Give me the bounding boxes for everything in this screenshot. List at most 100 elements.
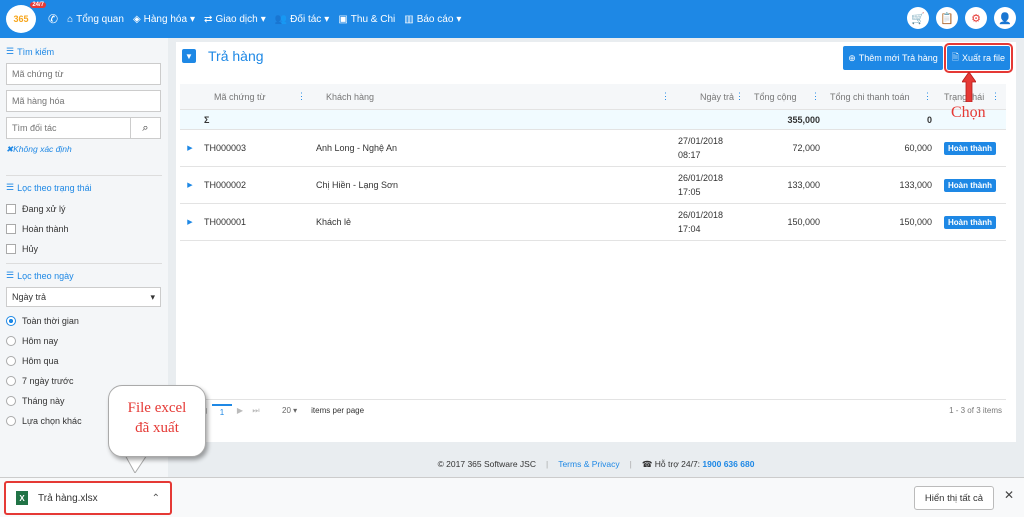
checkbox[interactable]	[6, 204, 16, 214]
logo[interactable]: 365 24/7	[6, 2, 46, 33]
excel-file-icon: X	[16, 491, 28, 505]
column-menu-icon[interactable]: ⋮	[297, 91, 306, 102]
divider	[6, 263, 162, 264]
expand-row-icon[interactable]: ▶	[180, 181, 200, 189]
nav-label: Tổng quan	[76, 13, 124, 25]
column-header[interactable]: Tổng cộng ⋮	[750, 91, 826, 102]
download-item[interactable]: X Trả hàng.xlsx ⌃	[4, 481, 172, 515]
filter-icon[interactable]: ▼	[182, 49, 196, 63]
column-header[interactable]: Mã chứng từ ⋮	[200, 91, 312, 102]
user-icon[interactable]: 👤	[994, 7, 1016, 29]
status-option-cancelled[interactable]: Hủy	[6, 239, 162, 259]
divider	[6, 175, 162, 176]
option-label: Hôm qua	[22, 356, 59, 366]
radio-button[interactable]	[6, 356, 16, 366]
expand-row-icon[interactable]: ▶	[180, 218, 200, 226]
table-row[interactable]: ▶ TH000003 Anh Long - Nghệ An 27/01/2018…	[180, 130, 1006, 167]
checkbox[interactable]	[6, 224, 16, 234]
doc-code-cell: TH000002	[204, 180, 247, 190]
nav-label: Hàng hóa	[143, 13, 188, 25]
nav-doi-tac[interactable]: 👥 Đối tác ▾	[275, 14, 330, 25]
column-header[interactable]: Khách hàng ⋮	[312, 91, 676, 102]
support-label: Hỗ trợ 24/7:	[654, 458, 701, 469]
column-header[interactable]: Ngày trả ⋮	[676, 91, 750, 102]
time-value: 17:04	[678, 224, 701, 234]
table-row[interactable]: ▶ TH000001 Khách lẻ 26/01/2018 17:04 150,…	[180, 204, 1006, 241]
radio-button[interactable]	[6, 376, 16, 386]
callout-line-2: đã xuất	[135, 420, 179, 436]
nav-hang-hoa[interactable]: ◈ Hàng hóa ▾	[133, 14, 195, 25]
date-value: 27/01/2018	[678, 136, 724, 146]
date-value: 26/01/2018	[678, 173, 724, 183]
date-type-select[interactable]: Ngày trả ▾	[6, 287, 161, 307]
option-label: Hôm nay	[22, 336, 59, 346]
download-bar: X Trả hàng.xlsx ⌃ Hiển thị tất cả ✕	[0, 477, 1024, 517]
column-menu-icon[interactable]: ⋮	[923, 91, 932, 102]
caret-down-icon: ▾	[150, 291, 155, 302]
page-size-select[interactable]: 20 ▾	[282, 406, 297, 415]
search-section-title: ☰ Tìm kiếm	[6, 46, 162, 57]
copyright: © 2017 365 Software JSC	[437, 459, 536, 469]
close-icon[interactable]: ✕	[1004, 488, 1014, 502]
product-code-input[interactable]	[6, 90, 161, 112]
export-file-button[interactable]: 🗎 Xuất ra file	[943, 43, 1014, 73]
paid-cell: 60,000	[904, 143, 932, 153]
radio-button[interactable]	[6, 396, 16, 406]
option-label: Hủy	[22, 244, 39, 254]
terms-link[interactable]: Terms & Privacy	[558, 459, 619, 469]
column-menu-icon[interactable]: ⋮	[991, 91, 1000, 102]
radio-button[interactable]	[6, 416, 16, 426]
nav-giao-dich[interactable]: ⇄ Giao dịch ▾	[204, 14, 266, 25]
list-icon: ☰	[6, 270, 15, 280]
clipboard-icon[interactable]: 📋	[936, 7, 958, 29]
date-option-all-time[interactable]: Toàn thời gian	[6, 311, 162, 331]
callout-tail	[125, 455, 147, 473]
column-label: Tổng cộng	[754, 91, 797, 102]
checkbox[interactable]	[6, 244, 16, 254]
page-size-label: items per page	[311, 406, 365, 415]
table-row[interactable]: ▶ TH000002 Chị Hiền - Lạng Sơn 26/01/201…	[180, 167, 1006, 204]
status-option-processing[interactable]: Đang xử lý	[6, 199, 162, 219]
status-badge: Hoàn thành	[944, 216, 996, 229]
support: ☎ Hỗ trợ 24/7: 1900 636 680	[642, 459, 755, 470]
column-menu-icon[interactable]: ⋮	[811, 91, 820, 102]
status-badge: Hoàn thành	[944, 142, 996, 155]
logo-badge: 24/7	[30, 2, 46, 8]
date-option-yesterday[interactable]: Hôm qua	[6, 351, 162, 371]
add-return-button[interactable]: ⊕ Thêm mới Trả hàng	[843, 46, 943, 70]
date-value: 26/01/2018	[678, 210, 724, 220]
pagination: ⏮ ◀ 1 ▶ ⏭ 20 ▾ items per page 1 - 3 of 3…	[180, 399, 1006, 421]
last-page-icon[interactable]: ⏭	[248, 406, 264, 416]
column-menu-icon[interactable]: ⋮	[661, 91, 670, 102]
cart-icon[interactable]: 🛒	[907, 7, 929, 29]
nav-thu-chi[interactable]: ▣ Thu & Chi	[338, 14, 395, 25]
date-cell: 26/01/2018 17:05	[676, 173, 750, 197]
show-all-button[interactable]: Hiển thị tất cả	[913, 486, 994, 510]
support-phone[interactable]: 1900 636 680	[702, 459, 754, 469]
current-page[interactable]: 1	[212, 404, 232, 417]
column-header[interactable]: Tổng chi thanh toán ⋮	[826, 91, 938, 102]
search-icon[interactable]: ⌕	[131, 117, 161, 139]
chevron-up-icon[interactable]: ⌃	[152, 493, 160, 504]
gear-icon[interactable]: ⚙	[965, 7, 987, 29]
column-menu-icon[interactable]: ⋮	[735, 91, 744, 102]
partner-note[interactable]: ✖Không xác định	[6, 144, 162, 155]
option-label: 7 ngày trước	[22, 376, 74, 386]
doc-code-input[interactable]	[6, 63, 161, 85]
status-option-completed[interactable]: Hoàn thành	[6, 219, 162, 239]
nav-tong-quan[interactable]: ⌂ Tổng quan	[67, 14, 124, 25]
radio-button[interactable]	[6, 336, 16, 346]
search-title-label: Tìm kiếm	[17, 46, 55, 57]
separator: |	[545, 459, 549, 469]
partner-search-input[interactable]	[6, 117, 131, 139]
doc-code-cell: TH000001	[204, 217, 247, 227]
radio-button[interactable]	[6, 316, 16, 326]
doc-code-cell: TH000003	[204, 143, 247, 153]
date-option-today[interactable]: Hôm nay	[6, 331, 162, 351]
nav-bao-cao[interactable]: ▥ Báo cáo ▾	[404, 14, 461, 25]
expand-row-icon[interactable]: ▶	[180, 144, 200, 152]
main-panel: ▼ Trả hàng ⊕ Thêm mới Trả hàng 🗎 Xuất ra f…	[176, 42, 1016, 442]
annotation-callout: File excel đã xuất	[108, 385, 206, 457]
next-page-icon[interactable]: ▶	[232, 406, 248, 415]
date-filter-label: Lọc theo ngày	[17, 270, 74, 281]
